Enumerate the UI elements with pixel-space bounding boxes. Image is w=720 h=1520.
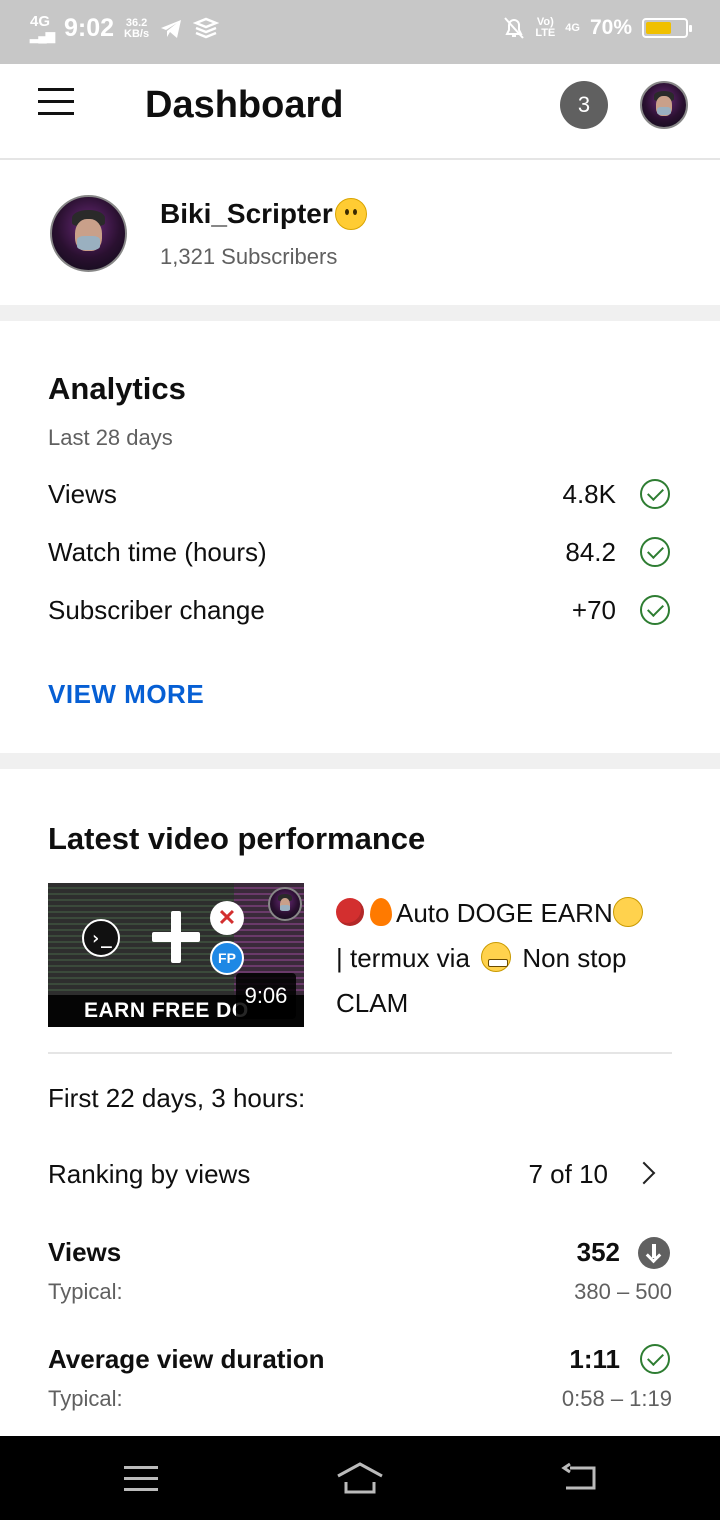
subscriber-count: 1,321 Subscribers: [160, 244, 338, 269]
clock: 9:02: [63, 14, 115, 42]
menu-icon-line: [124, 1477, 158, 1480]
lte-label: LTE: [535, 27, 556, 39]
network-indicator: 4G ▂▄▆: [30, 12, 55, 43]
stat-label: Views: [48, 1237, 122, 1267]
x-logo-icon: ✕: [210, 901, 244, 935]
metric-row-watch-time: Watch time (hours) 84.2: [48, 533, 672, 573]
grinning-face-icon: [481, 942, 512, 972]
ranking-row[interactable]: Ranking by views 7 of 10: [48, 1153, 672, 1199]
stat-label: Average view duration: [48, 1344, 325, 1374]
typical-range: 0:58 – 1:19: [561, 1386, 672, 1411]
metric-label: Watch time (hours): [48, 537, 267, 567]
channel-avatar: [50, 195, 127, 272]
network-type-2: 4G: [565, 21, 580, 34]
check-circle-icon: [640, 595, 670, 625]
recents-button[interactable]: [124, 1466, 158, 1492]
no-mouth-emoji-icon: [334, 198, 367, 230]
typical-label: Typical:: [48, 1279, 123, 1304]
metric-value: 84.2: [565, 537, 616, 567]
network-speed: 36.2 KB/s: [124, 16, 150, 40]
section-separator: [0, 305, 720, 321]
notifications-button[interactable]: 3: [560, 81, 608, 129]
metric-value: +70: [571, 595, 616, 625]
stat-views: Views 352 Typical: 380 – 500: [48, 1237, 672, 1317]
stat-value: 352: [576, 1237, 620, 1267]
metric-label: Subscriber change: [48, 595, 265, 625]
typical-label: Typical:: [48, 1386, 123, 1411]
app-bar: Dashboard 3: [0, 64, 720, 160]
divider: [48, 1052, 672, 1054]
menu-icon-line: [124, 1466, 158, 1469]
analytics-title: Analytics: [48, 371, 186, 406]
screaming-face-icon: [612, 897, 643, 927]
avatar-mask: [76, 236, 101, 250]
battery-icon: [642, 18, 692, 38]
video-duration: 9:06: [236, 973, 296, 1019]
network-indicator-2: 4G: [565, 21, 580, 34]
video-title-part: | termux via: [336, 943, 470, 973]
stat-value: 1:11: [569, 1344, 620, 1374]
analytics-period: Last 28 days: [48, 425, 173, 450]
typical-range: 380 – 500: [574, 1279, 672, 1304]
arrow-down-circle-icon: [638, 1237, 670, 1269]
check-circle-icon: [640, 479, 670, 509]
thumbnail-avatar: [268, 887, 302, 921]
latest-video-title: Latest video performance: [48, 821, 426, 856]
channel-name-text: Biki_Scripter: [160, 198, 333, 229]
chevron-right-icon: [632, 1161, 656, 1185]
page-title: Dashboard: [145, 84, 344, 126]
mute-bell-icon: [504, 17, 525, 39]
speed-value: 36.2: [125, 16, 148, 29]
stack-icon: [193, 17, 220, 38]
avatar-mask: [280, 905, 290, 911]
speed-unit: KB/s: [124, 27, 150, 40]
metric-value: 4.8K: [562, 479, 617, 509]
fp-logo-icon: FP: [210, 941, 244, 975]
menu-icon-line: [38, 88, 74, 91]
channel-name: Biki_Scripter: [160, 198, 367, 230]
volte-indicator: Vo) LTE: [535, 17, 555, 39]
metric-row-views: Views 4.8K: [48, 475, 672, 515]
menu-button[interactable]: [38, 88, 74, 118]
back-icon[interactable]: [560, 1462, 598, 1494]
performance-period: First 22 days, 3 hours:: [48, 1083, 306, 1113]
menu-icon-line: [124, 1488, 158, 1491]
battery-percent: 70%: [589, 16, 632, 39]
signal-icon: ▂▄▆: [30, 28, 55, 43]
avatar-mask: [656, 106, 672, 115]
red-circle-icon: [336, 898, 364, 926]
status-right: Vo) LTE 4G 70%: [503, 16, 692, 40]
terminal-icon: ›_: [82, 919, 120, 957]
video-title[interactable]: Auto DOGE EARN | termux via Non stop CLA…: [336, 891, 676, 1026]
status-bar: 4G ▂▄▆ 9:02 36.2 KB/s Vo) LTE 4G 70%: [0, 0, 720, 64]
account-avatar[interactable]: [640, 81, 688, 129]
plus-icon: [152, 911, 200, 963]
stat-average-view-duration: Average view duration 1:11 Typical: 0:58…: [48, 1344, 672, 1424]
analytics-card: Analytics Last 28 days Views 4.8K Watch …: [0, 321, 720, 753]
fire-icon: [370, 898, 392, 926]
video-title-part: Auto DOGE EARN: [396, 898, 613, 928]
ranking-label: Ranking by views: [48, 1159, 251, 1189]
menu-icon-line: [38, 100, 74, 103]
status-left: 4G ▂▄▆ 9:02 36.2 KB/s: [30, 12, 220, 43]
section-separator: [0, 753, 720, 769]
network-type: 4G: [30, 12, 51, 30]
home-icon[interactable]: [336, 1460, 384, 1496]
latest-video-card: Latest video performance ›_ ✕ FP EARN FR…: [0, 769, 720, 1437]
metric-row-subscriber-change: Subscriber change +70: [48, 591, 672, 631]
view-more-button[interactable]: VIEW MORE: [48, 679, 204, 710]
system-nav-bar: [0, 1436, 720, 1520]
menu-icon-line: [38, 112, 74, 115]
check-circle-icon: [640, 1344, 670, 1374]
battery-fill: [646, 22, 672, 34]
telegram-icon: [161, 19, 182, 38]
channel-card[interactable]: Biki_Scripter 1,321 Subscribers: [0, 162, 720, 305]
metric-label: Views: [48, 479, 117, 509]
check-circle-icon: [640, 537, 670, 567]
ranking-value: 7 of 10: [528, 1159, 608, 1189]
